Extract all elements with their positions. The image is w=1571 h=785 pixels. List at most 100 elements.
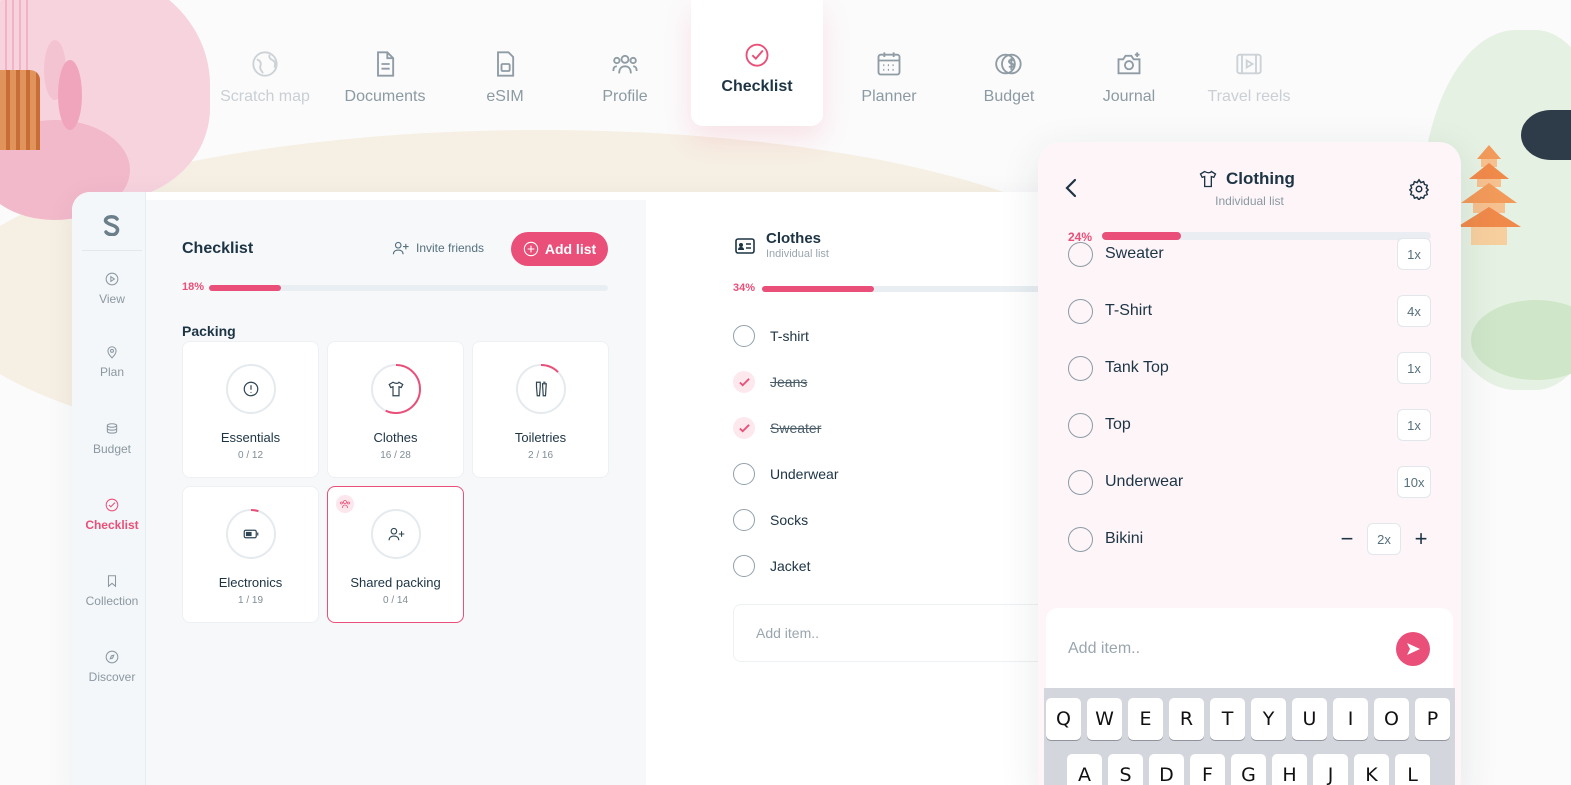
keyboard-key[interactable]: O: [1374, 698, 1409, 740]
tab-budget[interactable]: Budget: [949, 0, 1069, 126]
tab-checklist[interactable]: Checklist: [691, 0, 823, 126]
keyboard-key[interactable]: F: [1190, 754, 1225, 785]
rail-item-budget[interactable]: Budget: [72, 422, 152, 456]
list-item[interactable]: Jacket: [733, 555, 810, 577]
checkbox[interactable]: [733, 509, 755, 531]
list-item[interactable]: T-shirt: [733, 325, 809, 347]
tile-count: 2 / 16: [527, 450, 554, 461]
input-placeholder: Add item..: [1068, 640, 1141, 657]
list-item[interactable]: Sweater 1x: [1068, 237, 1431, 271]
quantity-badge[interactable]: 4x: [1397, 295, 1431, 327]
checkbox[interactable]: [1068, 241, 1093, 267]
rail-item-checklist[interactable]: Checklist: [72, 498, 152, 532]
gear-icon[interactable]: [1408, 178, 1430, 200]
tab-esim[interactable]: eSIM: [445, 0, 565, 126]
keyboard-key[interactable]: I: [1333, 698, 1368, 740]
tab-label: Scratch map: [220, 88, 310, 105]
rail-item-view[interactable]: View: [72, 272, 152, 306]
list-item[interactable]: Socks: [733, 509, 808, 531]
list-item[interactable]: Jeans: [733, 371, 807, 393]
list-tile-electronics[interactable]: Electronics 1 / 19: [182, 486, 319, 623]
list-subtitle: Individual list: [766, 248, 829, 260]
panel-header: Clothing: [1198, 169, 1295, 189]
tab-journal[interactable]: Journal: [1069, 0, 1189, 126]
keyboard-key[interactable]: R: [1169, 698, 1204, 740]
list-item[interactable]: Bikini − 2x +: [1068, 522, 1431, 556]
list-item[interactable]: Underwear 10x: [1068, 465, 1431, 499]
checkbox[interactable]: [1068, 526, 1093, 552]
keyboard-key[interactable]: K: [1354, 754, 1389, 785]
bookmark-icon: [107, 575, 117, 588]
list-tile-shared-packing[interactable]: Shared packing 0 / 14: [327, 486, 464, 623]
item-label: Top: [1105, 416, 1131, 433]
tab-documents[interactable]: Documents: [325, 0, 445, 126]
quantity-badge[interactable]: 10x: [1397, 466, 1431, 498]
keyboard-key[interactable]: W: [1087, 698, 1122, 740]
list-item[interactable]: Underwear: [733, 463, 838, 485]
checkbox[interactable]: [1068, 355, 1093, 381]
keyboard-key[interactable]: P: [1415, 698, 1450, 740]
keyboard-key[interactable]: E: [1128, 698, 1163, 740]
video-icon: [1236, 53, 1262, 75]
keyboard-key[interactable]: Y: [1251, 698, 1286, 740]
checkbox[interactable]: [1068, 298, 1093, 324]
checkbox[interactable]: [1068, 469, 1093, 495]
decrement-button[interactable]: −: [1337, 526, 1357, 552]
list-card-icon: [735, 238, 755, 254]
mobile-clothing-panel: Clothing Individual list 24% Sweater 1x …: [1038, 142, 1461, 785]
item-label: T-Shirt: [1105, 302, 1153, 319]
quantity-badge[interactable]: 1x: [1397, 409, 1431, 441]
keyboard-key[interactable]: T: [1210, 698, 1245, 740]
add-list-button[interactable]: Add list: [511, 232, 608, 266]
play-circle-icon: [105, 272, 119, 286]
list-tile-toiletries[interactable]: Toiletries 2 / 16: [472, 341, 609, 478]
rail-item-collection[interactable]: Collection: [72, 574, 152, 608]
app-logo-icon: [103, 215, 120, 236]
list-item[interactable]: Sweater: [733, 417, 821, 439]
keyboard-key[interactable]: L: [1395, 754, 1430, 785]
increment-button[interactable]: +: [1411, 526, 1431, 552]
tab-scratch-map[interactable]: Scratch map: [205, 0, 325, 126]
keyboard-key[interactable]: U: [1292, 698, 1327, 740]
list-tile-essentials[interactable]: Essentials 0 / 12: [182, 341, 319, 478]
tile-name: Clothes: [373, 430, 418, 445]
add-item-input[interactable]: Add item..: [1046, 608, 1453, 688]
keyboard-key[interactable]: A: [1067, 754, 1102, 785]
people-icon: [340, 500, 350, 509]
checkbox[interactable]: [733, 325, 755, 347]
rail-label: Plan: [99, 365, 125, 379]
tab-profile[interactable]: Profile: [565, 0, 685, 126]
plus-circle-icon: [523, 241, 539, 257]
keyboard-key[interactable]: Q: [1046, 698, 1081, 740]
keyboard-key[interactable]: S: [1108, 754, 1143, 785]
send-button[interactable]: [1396, 632, 1430, 666]
rail-item-plan[interactable]: Plan: [72, 345, 152, 379]
add-item-input[interactable]: Add item..: [733, 604, 1082, 662]
document-icon: [377, 51, 395, 77]
checkbox[interactable]: [733, 463, 755, 485]
keyboard-key[interactable]: J: [1313, 754, 1348, 785]
checkbox[interactable]: [733, 555, 755, 577]
invite-friends-button[interactable]: Invite friends: [392, 240, 484, 256]
quantity-badge[interactable]: 1x: [1397, 238, 1431, 270]
tree-illustration: [58, 60, 82, 130]
rail-label: View: [99, 292, 125, 306]
list-item[interactable]: Top 1x: [1068, 408, 1431, 442]
checkbox[interactable]: [733, 371, 755, 393]
checkbox[interactable]: [733, 417, 755, 439]
list-item[interactable]: T-Shirt 4x: [1068, 294, 1431, 328]
keyboard-key[interactable]: H: [1272, 754, 1307, 785]
quantity-value[interactable]: 2x: [1367, 523, 1401, 555]
on-screen-keyboard: QWERTYUIOP ASDFGHJKL: [1044, 688, 1455, 785]
list-item[interactable]: Tank Top 1x: [1068, 351, 1431, 385]
checkbox[interactable]: [1068, 412, 1093, 438]
keyboard-key[interactable]: G: [1231, 754, 1266, 785]
rail-item-discover[interactable]: Discover: [72, 650, 152, 684]
tab-planner[interactable]: Planner: [829, 0, 949, 126]
keyboard-key[interactable]: D: [1149, 754, 1184, 785]
item-label: Socks: [770, 512, 809, 528]
divider: [82, 250, 142, 251]
list-tile-clothes[interactable]: Clothes 16 / 28: [327, 341, 464, 478]
quantity-badge[interactable]: 1x: [1397, 352, 1431, 384]
tab-travel-reels[interactable]: Travel reels: [1189, 0, 1309, 126]
